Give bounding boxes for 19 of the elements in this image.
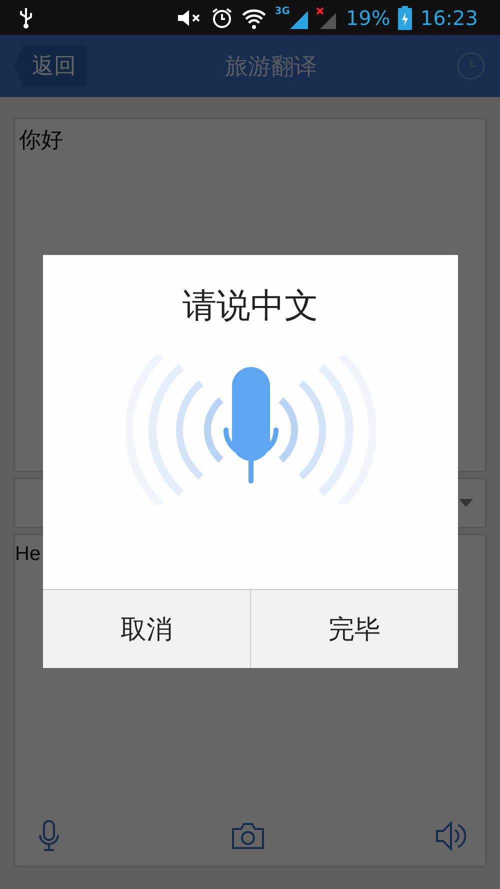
battery-percent: 19% [346, 6, 390, 30]
speaker-icon[interactable] [435, 820, 467, 852]
dialog-button[interactable]: 取消 [43, 590, 251, 668]
usb-icon [18, 6, 34, 28]
dialog-button[interactable]: 完毕 [251, 590, 458, 668]
dropdown-caret-icon[interactable] [459, 499, 473, 507]
wifi-icon [240, 6, 267, 28]
output-text: He [15, 543, 41, 566]
dialog-title: 请说中文 [182, 285, 318, 328]
alarm-clock-icon [210, 6, 233, 28]
microphone-icon[interactable] [37, 820, 61, 852]
clock-time: 16:23 [420, 6, 478, 30]
no-signal-icon [316, 6, 338, 28]
microphone-sound-waves-icon [126, 355, 376, 505]
page-title: 旅游翻译 [225, 52, 317, 82]
camera-icon[interactable] [231, 821, 265, 851]
network-type-label: 3G [274, 6, 290, 16]
battery-charging-icon [398, 6, 412, 30]
input-text: 你好 [19, 128, 63, 153]
